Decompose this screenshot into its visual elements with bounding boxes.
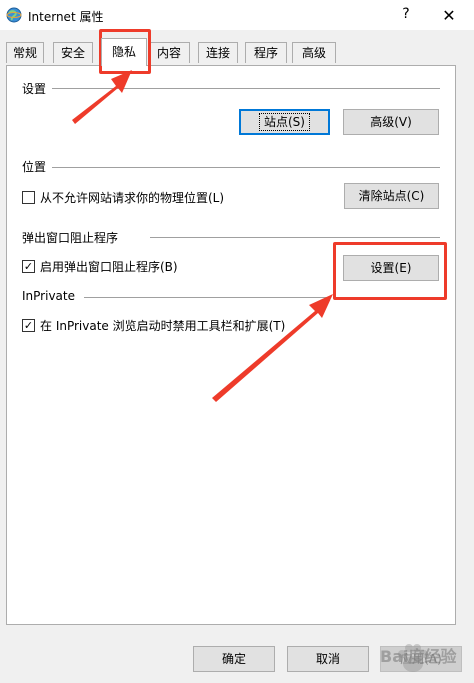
annotation-arrows bbox=[72, 70, 333, 402]
ok-button[interactable]: 确定 bbox=[193, 646, 275, 672]
arrow-to-settings-button bbox=[212, 294, 333, 402]
watermark-text: Bai度经验 bbox=[380, 647, 457, 666]
tab-privacy[interactable]: 隐私 bbox=[101, 38, 147, 66]
cancel-button[interactable]: 取消 bbox=[287, 646, 369, 672]
arrow-to-privacy-tab bbox=[72, 70, 132, 124]
